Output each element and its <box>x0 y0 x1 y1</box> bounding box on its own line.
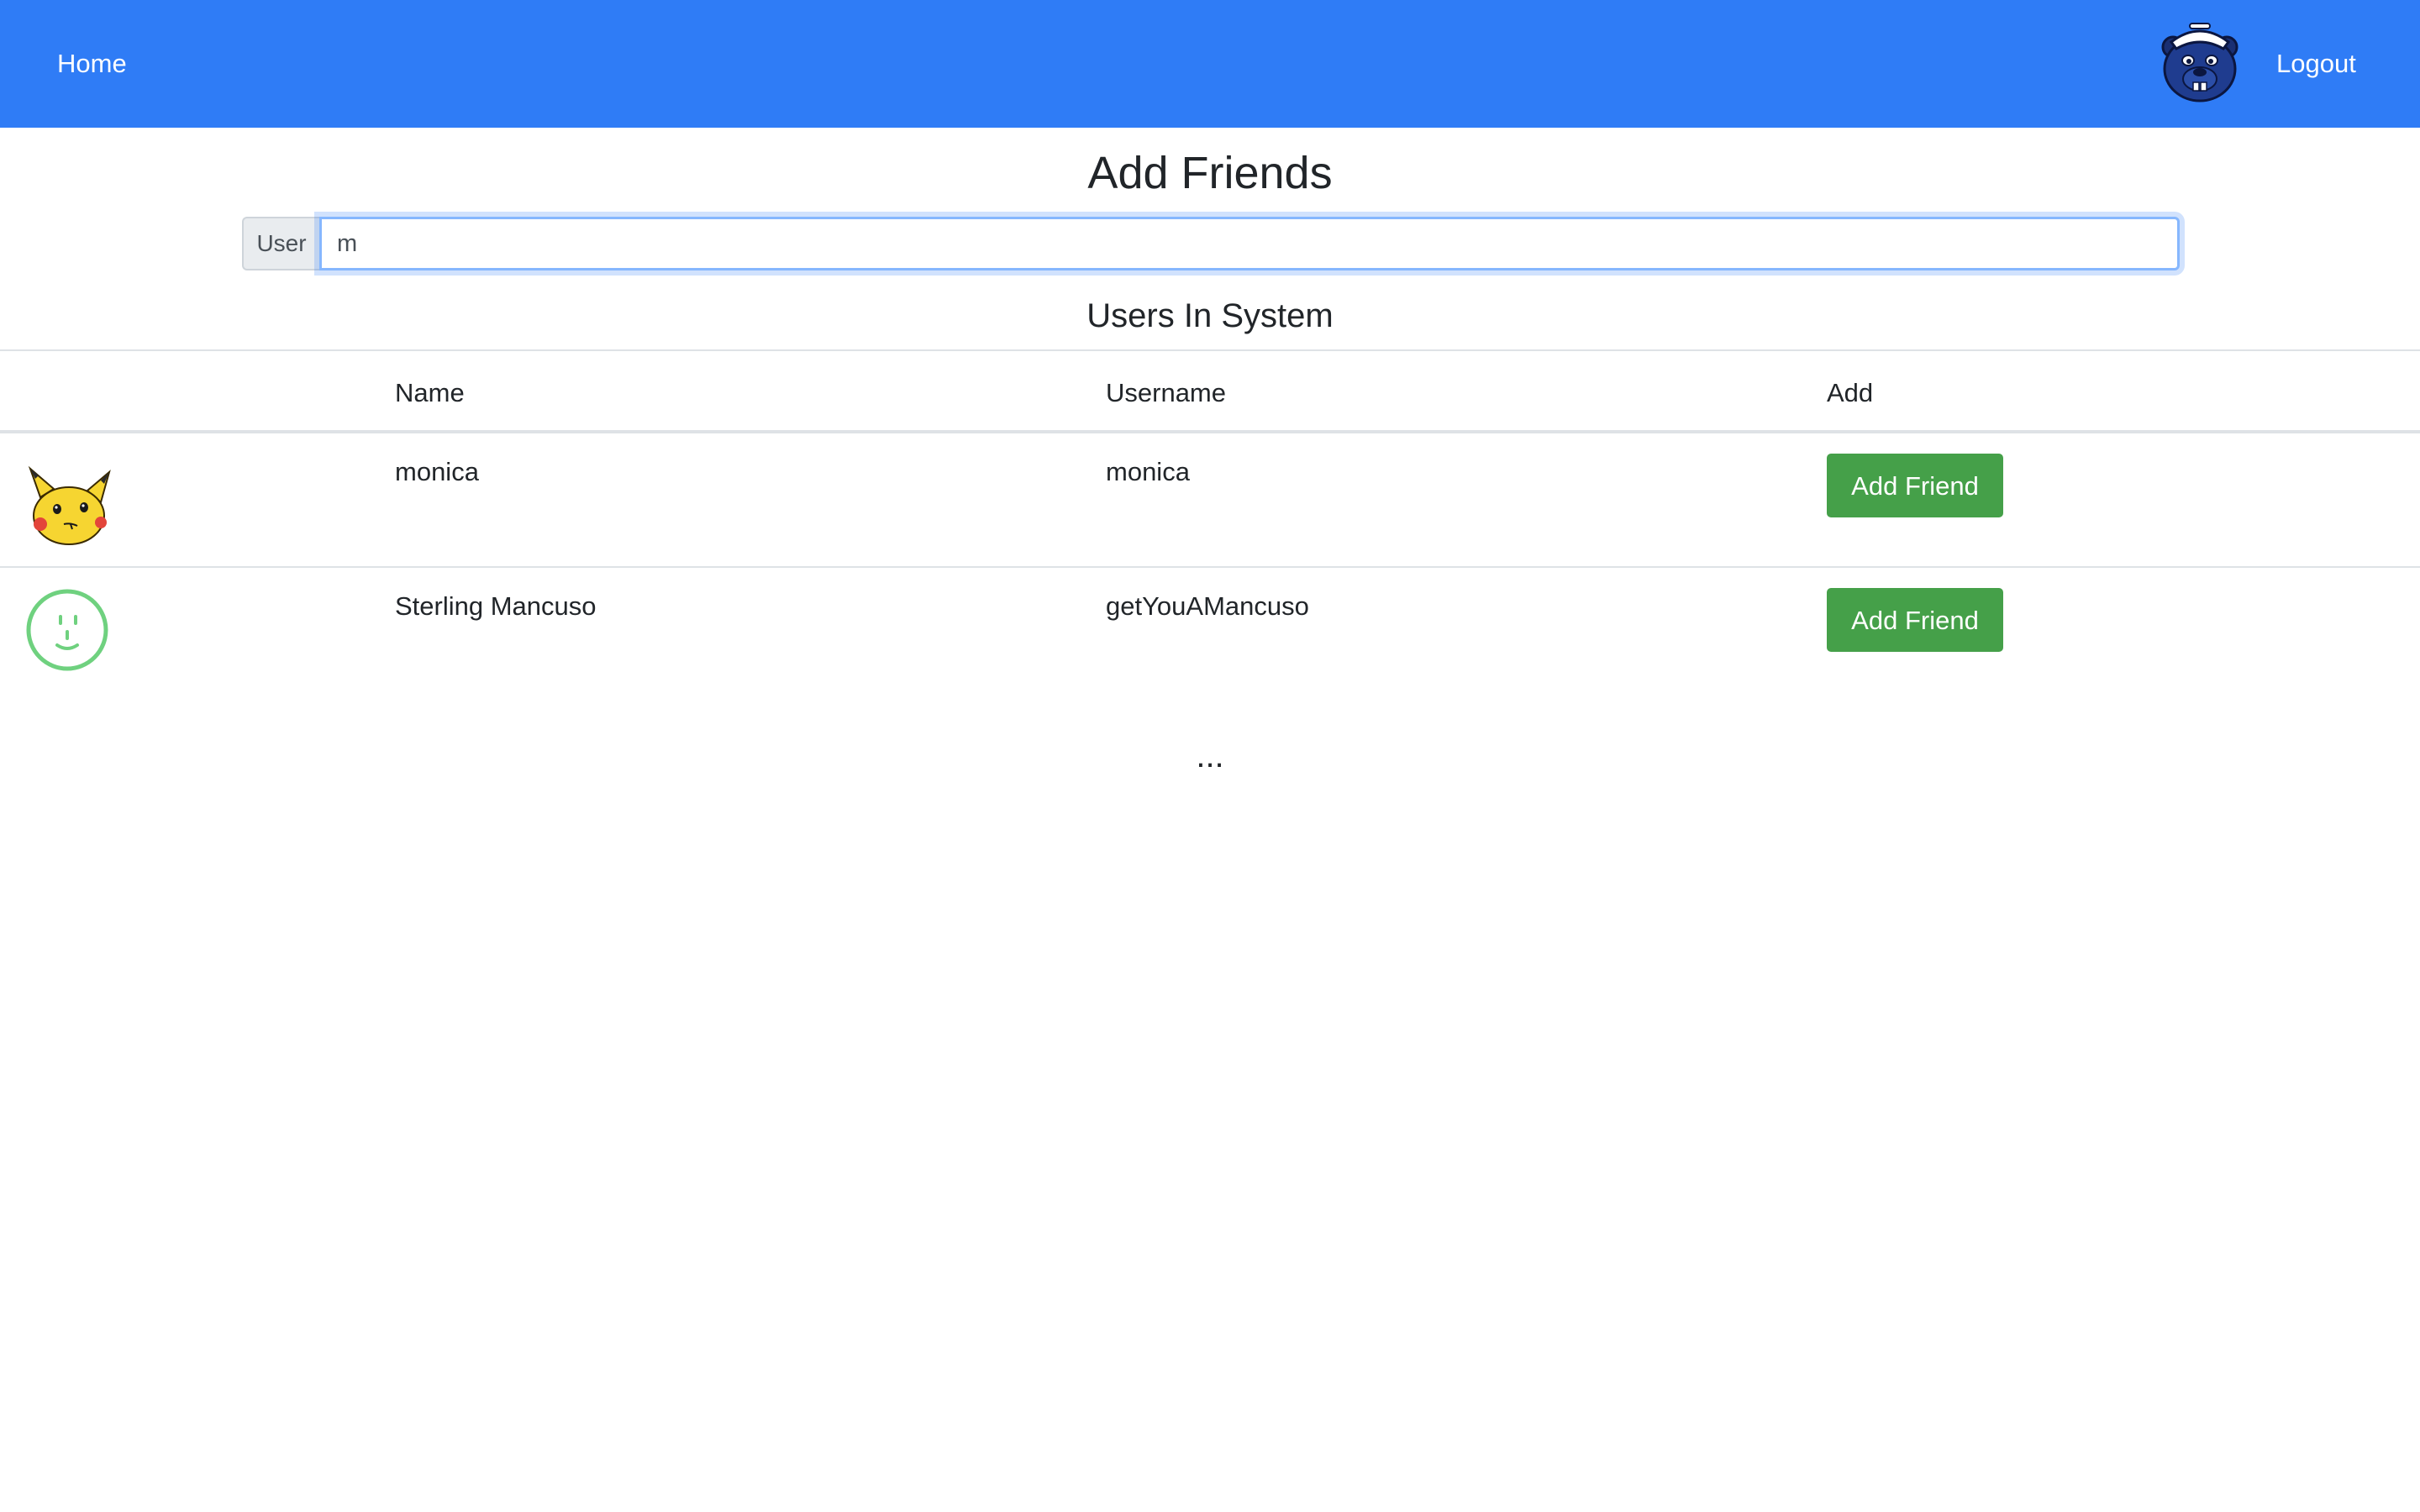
column-header-username: Username <box>1106 378 1226 407</box>
beaver-mascot-icon[interactable] <box>2156 17 2244 104</box>
nav-home-link[interactable]: Home <box>57 44 127 84</box>
smiley-face-icon <box>26 589 108 671</box>
user-search-group: User <box>242 217 2180 270</box>
top-navbar: Home Logout <box>0 0 2420 128</box>
users-section-title: Users In System <box>1086 297 1334 334</box>
users-table: Name Username Add monica monica Add Frie… <box>0 349 2420 702</box>
column-header-add: Add <box>1827 378 1874 407</box>
table-header: Name Username Add <box>0 349 2420 433</box>
user-username: monica <box>1106 457 1190 486</box>
table-row: Sterling Mancuso getYouAMancuso Add Frie… <box>0 568 2420 702</box>
pikachu-icon <box>28 465 111 545</box>
add-friend-button[interactable]: Add Friend <box>1827 454 2003 517</box>
user-search-input[interactable] <box>319 217 2180 270</box>
table-row: monica monica Add Friend <box>0 433 2420 568</box>
page-title: Add Friends <box>1087 148 1333 198</box>
user-username: getYouAMancuso <box>1106 591 1309 621</box>
column-header-name: Name <box>395 378 465 407</box>
add-friend-button[interactable]: Add Friend <box>1827 588 2003 652</box>
user-name: Sterling Mancuso <box>395 591 597 621</box>
logout-link[interactable]: Logout <box>2276 44 2356 84</box>
user-name: monica <box>395 457 479 486</box>
user-search-label: User <box>242 217 319 270</box>
load-more-indicator[interactable]: ... <box>0 731 2420 781</box>
